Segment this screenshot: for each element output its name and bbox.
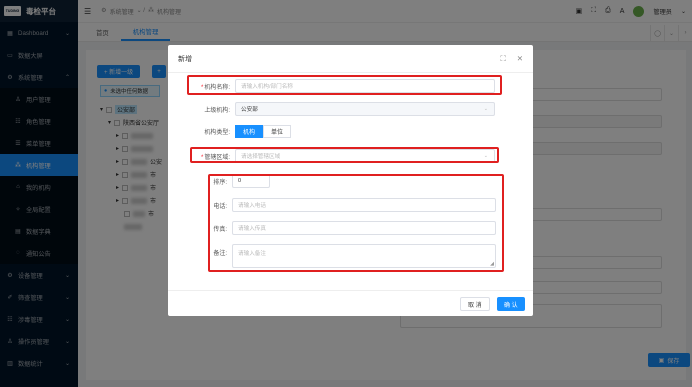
- highlight-box: [190, 147, 499, 163]
- parent-value: 公安部: [241, 107, 258, 113]
- type-option-org[interactable]: 机构: [235, 125, 264, 138]
- dialog-title: 新增: [178, 55, 192, 63]
- cancel-button[interactable]: 取 消: [460, 297, 490, 311]
- highlight-box: [187, 75, 502, 95]
- confirm-button[interactable]: 确 认: [497, 297, 525, 311]
- add-org-dialog: 新增 ⛶ ✕ *机构名称: 请输入机构/部门名称 上级机构: 公安部 ⌄ 机构类型…: [168, 45, 533, 316]
- chevron-down-icon: ⌄: [483, 106, 488, 112]
- highlight-box: [208, 174, 504, 272]
- dialog-footer: 取 消 确 认: [168, 290, 533, 316]
- type-option-unit[interactable]: 单位: [263, 125, 292, 138]
- parent-label: 上级机构:: [204, 107, 230, 114]
- fullscreen-icon[interactable]: ⛶: [500, 54, 505, 64]
- close-icon[interactable]: ✕: [517, 54, 523, 64]
- parent-select[interactable]: 公安部 ⌄: [235, 102, 495, 116]
- type-label: 机构类型:: [204, 130, 230, 136]
